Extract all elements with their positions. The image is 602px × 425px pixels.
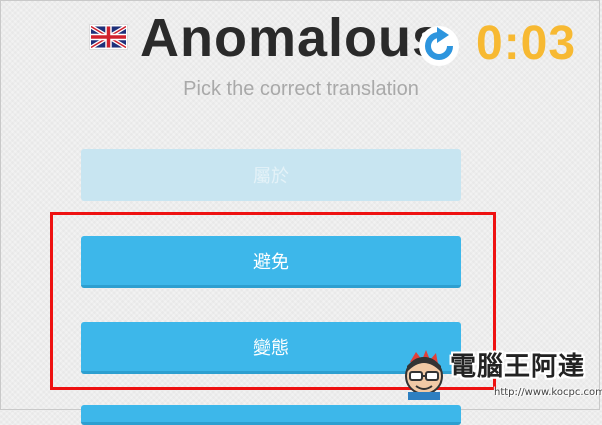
watermark-url: http://www.kocpc.com.tw bbox=[494, 387, 602, 398]
instruction-text: Pick the correct translation bbox=[183, 78, 419, 100]
replay-icon[interactable] bbox=[417, 24, 461, 68]
answer-option-1[interactable]: 屬於 bbox=[81, 149, 461, 201]
question-word: Anomalous bbox=[140, 8, 444, 62]
watermark: 電腦王阿達 http://www.kocpc.com.tw bbox=[396, 346, 602, 408]
watermark-brand: 電腦王阿達 bbox=[450, 352, 586, 382]
uk-flag-icon bbox=[90, 25, 127, 49]
countdown-timer: 0:03 bbox=[476, 17, 577, 70]
mascot-icon bbox=[400, 348, 448, 400]
answer-option-4[interactable] bbox=[81, 405, 461, 425]
